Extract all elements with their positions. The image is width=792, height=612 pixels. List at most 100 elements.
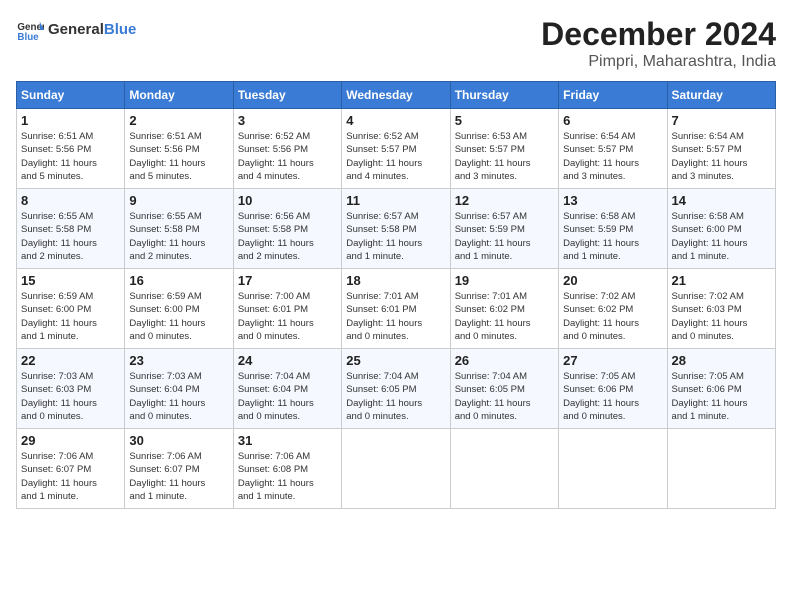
calendar-cell: 11 Sunrise: 6:57 AMSunset: 5:58 PMDaylig… bbox=[342, 189, 450, 269]
header-wednesday: Wednesday bbox=[342, 82, 450, 109]
day-info: Sunrise: 6:59 AMSunset: 6:00 PMDaylight:… bbox=[21, 290, 120, 343]
day-info: Sunrise: 6:57 AMSunset: 5:59 PMDaylight:… bbox=[455, 210, 554, 263]
day-number: 15 bbox=[21, 273, 120, 288]
day-number: 28 bbox=[672, 353, 771, 368]
calendar-cell: 5 Sunrise: 6:53 AMSunset: 5:57 PMDayligh… bbox=[450, 109, 558, 189]
calendar-cell: 21 Sunrise: 7:02 AMSunset: 6:03 PMDaylig… bbox=[667, 269, 775, 349]
day-number: 19 bbox=[455, 273, 554, 288]
day-number: 5 bbox=[455, 113, 554, 128]
calendar-cell: 28 Sunrise: 7:05 AMSunset: 6:06 PMDaylig… bbox=[667, 349, 775, 429]
month-title: December 2024 bbox=[541, 16, 776, 53]
calendar-cell: 2 Sunrise: 6:51 AMSunset: 5:56 PMDayligh… bbox=[125, 109, 233, 189]
calendar-cell: 19 Sunrise: 7:01 AMSunset: 6:02 PMDaylig… bbox=[450, 269, 558, 349]
logo-general: General bbox=[48, 21, 104, 38]
logo: General Blue GeneralBlue bbox=[16, 16, 136, 44]
day-number: 25 bbox=[346, 353, 445, 368]
title-area: December 2024 Pimpri, Maharashtra, India bbox=[541, 16, 776, 71]
day-number: 22 bbox=[21, 353, 120, 368]
calendar-cell: 10 Sunrise: 6:56 AMSunset: 5:58 PMDaylig… bbox=[233, 189, 341, 269]
calendar-week-row: 29 Sunrise: 7:06 AMSunset: 6:07 PMDaylig… bbox=[17, 429, 776, 509]
day-number: 6 bbox=[563, 113, 662, 128]
day-info: Sunrise: 7:04 AMSunset: 6:05 PMDaylight:… bbox=[455, 370, 554, 423]
calendar-cell: 31 Sunrise: 7:06 AMSunset: 6:08 PMDaylig… bbox=[233, 429, 341, 509]
logo-icon: General Blue bbox=[16, 16, 44, 44]
calendar-week-row: 8 Sunrise: 6:55 AMSunset: 5:58 PMDayligh… bbox=[17, 189, 776, 269]
calendar-cell: 26 Sunrise: 7:04 AMSunset: 6:05 PMDaylig… bbox=[450, 349, 558, 429]
calendar-week-row: 22 Sunrise: 7:03 AMSunset: 6:03 PMDaylig… bbox=[17, 349, 776, 429]
day-info: Sunrise: 7:02 AMSunset: 6:03 PMDaylight:… bbox=[672, 290, 771, 343]
day-info: Sunrise: 7:03 AMSunset: 6:04 PMDaylight:… bbox=[129, 370, 228, 423]
calendar-cell: 24 Sunrise: 7:04 AMSunset: 6:04 PMDaylig… bbox=[233, 349, 341, 429]
day-info: Sunrise: 6:51 AMSunset: 5:56 PMDaylight:… bbox=[21, 130, 120, 183]
calendar-cell bbox=[342, 429, 450, 509]
calendar-cell: 6 Sunrise: 6:54 AMSunset: 5:57 PMDayligh… bbox=[559, 109, 667, 189]
day-number: 14 bbox=[672, 193, 771, 208]
day-info: Sunrise: 6:55 AMSunset: 5:58 PMDaylight:… bbox=[21, 210, 120, 263]
day-info: Sunrise: 6:56 AMSunset: 5:58 PMDaylight:… bbox=[238, 210, 337, 263]
day-number: 1 bbox=[21, 113, 120, 128]
calendar-cell: 13 Sunrise: 6:58 AMSunset: 5:59 PMDaylig… bbox=[559, 189, 667, 269]
day-info: Sunrise: 7:06 AMSunset: 6:07 PMDaylight:… bbox=[21, 450, 120, 503]
calendar-cell: 30 Sunrise: 7:06 AMSunset: 6:07 PMDaylig… bbox=[125, 429, 233, 509]
calendar-cell: 27 Sunrise: 7:05 AMSunset: 6:06 PMDaylig… bbox=[559, 349, 667, 429]
header-saturday: Saturday bbox=[667, 82, 775, 109]
day-info: Sunrise: 7:04 AMSunset: 6:05 PMDaylight:… bbox=[346, 370, 445, 423]
day-number: 18 bbox=[346, 273, 445, 288]
calendar-cell: 16 Sunrise: 6:59 AMSunset: 6:00 PMDaylig… bbox=[125, 269, 233, 349]
header-monday: Monday bbox=[125, 82, 233, 109]
day-info: Sunrise: 6:52 AMSunset: 5:56 PMDaylight:… bbox=[238, 130, 337, 183]
day-info: Sunrise: 7:06 AMSunset: 6:07 PMDaylight:… bbox=[129, 450, 228, 503]
day-number: 30 bbox=[129, 433, 228, 448]
day-info: Sunrise: 7:05 AMSunset: 6:06 PMDaylight:… bbox=[672, 370, 771, 423]
calendar-cell bbox=[559, 429, 667, 509]
day-number: 24 bbox=[238, 353, 337, 368]
day-info: Sunrise: 6:55 AMSunset: 5:58 PMDaylight:… bbox=[129, 210, 228, 263]
day-number: 23 bbox=[129, 353, 228, 368]
day-info: Sunrise: 6:58 AMSunset: 6:00 PMDaylight:… bbox=[672, 210, 771, 263]
calendar-cell: 29 Sunrise: 7:06 AMSunset: 6:07 PMDaylig… bbox=[17, 429, 125, 509]
day-number: 21 bbox=[672, 273, 771, 288]
day-number: 26 bbox=[455, 353, 554, 368]
day-info: Sunrise: 7:05 AMSunset: 6:06 PMDaylight:… bbox=[563, 370, 662, 423]
calendar-cell bbox=[450, 429, 558, 509]
day-info: Sunrise: 7:00 AMSunset: 6:01 PMDaylight:… bbox=[238, 290, 337, 343]
header-tuesday: Tuesday bbox=[233, 82, 341, 109]
day-number: 31 bbox=[238, 433, 337, 448]
calendar-week-row: 1 Sunrise: 6:51 AMSunset: 5:56 PMDayligh… bbox=[17, 109, 776, 189]
calendar-cell: 22 Sunrise: 7:03 AMSunset: 6:03 PMDaylig… bbox=[17, 349, 125, 429]
header-thursday: Thursday bbox=[450, 82, 558, 109]
day-number: 17 bbox=[238, 273, 337, 288]
calendar-cell: 12 Sunrise: 6:57 AMSunset: 5:59 PMDaylig… bbox=[450, 189, 558, 269]
calendar-cell: 3 Sunrise: 6:52 AMSunset: 5:56 PMDayligh… bbox=[233, 109, 341, 189]
calendar-week-row: 15 Sunrise: 6:59 AMSunset: 6:00 PMDaylig… bbox=[17, 269, 776, 349]
calendar-header-row: Sunday Monday Tuesday Wednesday Thursday… bbox=[17, 82, 776, 109]
day-info: Sunrise: 7:02 AMSunset: 6:02 PMDaylight:… bbox=[563, 290, 662, 343]
calendar-cell: 1 Sunrise: 6:51 AMSunset: 5:56 PMDayligh… bbox=[17, 109, 125, 189]
location-subtitle: Pimpri, Maharashtra, India bbox=[541, 53, 776, 71]
day-number: 13 bbox=[563, 193, 662, 208]
day-number: 11 bbox=[346, 193, 445, 208]
day-info: Sunrise: 6:53 AMSunset: 5:57 PMDaylight:… bbox=[455, 130, 554, 183]
calendar-table: Sunday Monday Tuesday Wednesday Thursday… bbox=[16, 81, 776, 509]
calendar-cell: 20 Sunrise: 7:02 AMSunset: 6:02 PMDaylig… bbox=[559, 269, 667, 349]
header-friday: Friday bbox=[559, 82, 667, 109]
day-number: 12 bbox=[455, 193, 554, 208]
day-info: Sunrise: 6:51 AMSunset: 5:56 PMDaylight:… bbox=[129, 130, 228, 183]
calendar-cell bbox=[667, 429, 775, 509]
day-info: Sunrise: 7:01 AMSunset: 6:02 PMDaylight:… bbox=[455, 290, 554, 343]
day-info: Sunrise: 7:04 AMSunset: 6:04 PMDaylight:… bbox=[238, 370, 337, 423]
day-info: Sunrise: 6:58 AMSunset: 5:59 PMDaylight:… bbox=[563, 210, 662, 263]
calendar-cell: 23 Sunrise: 7:03 AMSunset: 6:04 PMDaylig… bbox=[125, 349, 233, 429]
svg-text:Blue: Blue bbox=[17, 32, 39, 43]
day-info: Sunrise: 7:01 AMSunset: 6:01 PMDaylight:… bbox=[346, 290, 445, 343]
header: General Blue GeneralBlue December 2024 P… bbox=[16, 16, 776, 71]
logo-blue: Blue bbox=[104, 21, 137, 38]
calendar-cell: 18 Sunrise: 7:01 AMSunset: 6:01 PMDaylig… bbox=[342, 269, 450, 349]
day-number: 16 bbox=[129, 273, 228, 288]
day-number: 7 bbox=[672, 113, 771, 128]
calendar-cell: 17 Sunrise: 7:00 AMSunset: 6:01 PMDaylig… bbox=[233, 269, 341, 349]
day-number: 27 bbox=[563, 353, 662, 368]
header-sunday: Sunday bbox=[17, 82, 125, 109]
day-number: 20 bbox=[563, 273, 662, 288]
day-info: Sunrise: 6:59 AMSunset: 6:00 PMDaylight:… bbox=[129, 290, 228, 343]
